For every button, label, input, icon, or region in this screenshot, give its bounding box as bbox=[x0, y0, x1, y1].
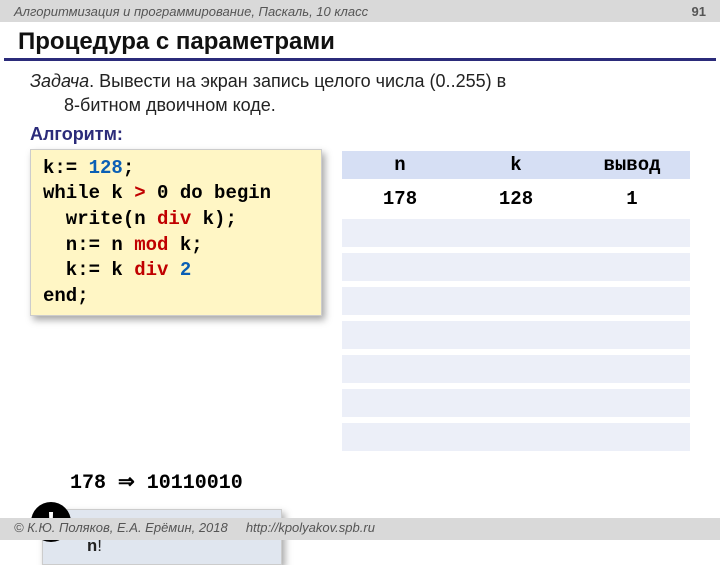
footer-url: http://kpolyakov.spb.ru bbox=[246, 520, 375, 535]
header-bar: Алгоритмизация и программирование, Паска… bbox=[0, 0, 720, 22]
trace-row-blank bbox=[342, 219, 690, 247]
cell-out: 1 bbox=[574, 185, 690, 213]
page-title: Процедура с параметрами bbox=[4, 22, 716, 61]
trace-row-blank bbox=[342, 321, 690, 349]
content: Задача. Вывести на экран запись целого ч… bbox=[0, 61, 720, 565]
trace-header: n k вывод bbox=[342, 151, 690, 179]
note-var: n bbox=[87, 538, 97, 557]
col-out: вывод bbox=[574, 151, 690, 179]
page-number: 91 bbox=[692, 4, 706, 19]
trace-table: n k вывод 178 128 1 bbox=[342, 149, 690, 451]
algorithm-label: Алгоритм: bbox=[30, 124, 690, 145]
task-line1: . Вывести на экран запись целого числа (… bbox=[89, 71, 506, 91]
task-label: Задача bbox=[30, 71, 89, 91]
col-k: k bbox=[458, 151, 574, 179]
task-text: Задача. Вывести на экран запись целого ч… bbox=[30, 69, 690, 118]
trace-row-blank bbox=[342, 423, 690, 451]
copyright: © К.Ю. Поляков, Е.А. Ерёмин, 2018 bbox=[14, 520, 228, 535]
code-block: k:= 128; while k > 0 do begin write(n di… bbox=[30, 149, 322, 317]
trace-row-blank bbox=[342, 253, 690, 281]
task-line2: 8-битном двоичном коде. bbox=[64, 93, 690, 117]
footer-bar: © К.Ю. Поляков, Е.А. Ерёмин, 2018 http:/… bbox=[0, 518, 720, 540]
main-row: k:= 128; while k > 0 do begin write(n di… bbox=[30, 149, 690, 451]
trace-row: 178 128 1 bbox=[342, 185, 690, 213]
trace-row-blank bbox=[342, 389, 690, 417]
cell-k: 128 bbox=[458, 185, 574, 213]
trace-row-blank bbox=[342, 355, 690, 383]
col-n: n bbox=[342, 151, 458, 179]
result-line: 178 ⇒ 10110010 bbox=[70, 469, 690, 495]
trace-row-blank bbox=[342, 287, 690, 315]
cell-n: 178 bbox=[342, 185, 458, 213]
course-label: Алгоритмизация и программирование, Паска… bbox=[14, 4, 368, 19]
